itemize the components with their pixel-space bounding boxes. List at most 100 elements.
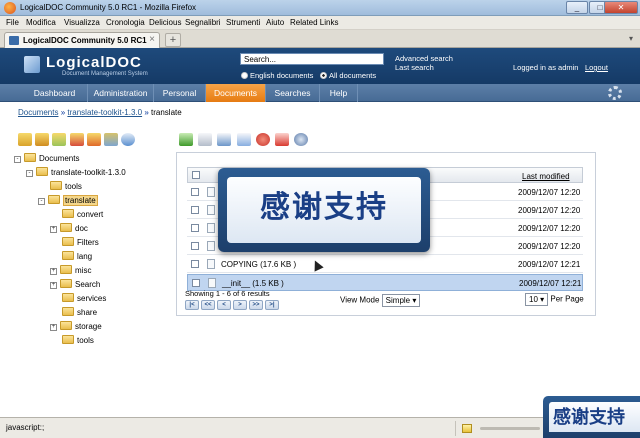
import-folder-icon[interactable]: [86, 133, 101, 146]
expand-icon[interactable]: +: [50, 268, 57, 275]
folder-icon: [62, 293, 74, 302]
row-checkbox[interactable]: [191, 188, 199, 196]
advanced-search-link[interactable]: Advanced search: [395, 54, 453, 63]
thanks-corner-banner: 感谢支持: [543, 396, 640, 438]
lock-icon: [462, 424, 472, 433]
breadcrumb-translate-toolkit[interactable]: translate-toolkit-1.3.0: [67, 108, 142, 117]
new-document-icon[interactable]: [198, 133, 213, 146]
delete-folder-icon[interactable]: [69, 133, 84, 146]
first-page-button[interactable]: |<: [185, 300, 199, 310]
status-divider: [455, 421, 456, 436]
column-last-modified[interactable]: Last modified: [522, 168, 570, 185]
tree-node-storage[interactable]: + storage: [50, 321, 102, 333]
stop-icon[interactable]: [255, 133, 270, 146]
breadcrumb: Documents » translate-toolkit-1.3.0 » tr…: [18, 108, 182, 117]
view-mode: View Mode Simple ▾: [340, 294, 421, 307]
menu-visualizza[interactable]: Visualizza: [64, 18, 100, 27]
row-checkbox[interactable]: [191, 206, 199, 214]
tab-administration[interactable]: Administration: [88, 84, 154, 102]
tree-node-misc[interactable]: + misc: [50, 265, 91, 277]
tab-dashboard[interactable]: Dashboard: [22, 84, 88, 102]
app-header: LogicalDOC Document Management System En…: [0, 48, 640, 84]
view-mode-label: View Mode: [340, 295, 380, 305]
select-all-checkbox[interactable]: [192, 171, 200, 179]
radio-all-icon[interactable]: [320, 72, 327, 79]
expand-icon[interactable]: +: [50, 226, 57, 233]
thanks-banner-text: 感谢支持: [227, 177, 421, 243]
tree-node-translate[interactable]: - translate: [38, 195, 98, 207]
tab-searches[interactable]: Searches: [266, 84, 320, 102]
minimize-button[interactable]: _: [566, 1, 588, 14]
browser-tabbar: LogicalDOC Community 5.0 RC1 × + ▾: [0, 30, 640, 48]
expand-icon[interactable]: +: [50, 324, 57, 331]
breadcrumb-documents[interactable]: Documents: [18, 108, 58, 117]
tree-node-translate-toolkit[interactable]: - translate-toolkit-1.3.0: [26, 167, 126, 179]
folder-icon: [62, 307, 74, 316]
menu-modifica[interactable]: Modifica: [26, 18, 56, 27]
table-row[interactable]: COPYING (17.6 KB ) 2009/12/07 12:21: [187, 256, 583, 273]
history-icon[interactable]: [294, 133, 309, 146]
radio-english-icon[interactable]: [241, 72, 248, 79]
tree-node-convert[interactable]: convert: [62, 209, 103, 221]
tree-node-share[interactable]: share: [62, 307, 97, 319]
logout-link[interactable]: Logout: [585, 63, 608, 72]
view-mode-select[interactable]: Simple ▾: [381, 294, 421, 307]
row-checkbox[interactable]: [191, 260, 199, 268]
per-page-select[interactable]: 10 ▾: [525, 293, 549, 306]
menu-strumenti[interactable]: Strumenti: [226, 18, 260, 27]
row-checkbox[interactable]: [192, 279, 200, 287]
edit-document-icon[interactable]: [217, 133, 232, 146]
collapse-icon[interactable]: -: [26, 170, 33, 177]
tab-help[interactable]: Help: [320, 84, 358, 102]
radio-all-documents[interactable]: All documents: [320, 71, 376, 80]
row-checkbox[interactable]: [191, 224, 199, 232]
upload-icon[interactable]: [179, 133, 193, 146]
close-tab-icon[interactable]: ×: [149, 34, 155, 45]
tab-documents[interactable]: Documents: [206, 84, 266, 102]
folder-icon: [60, 265, 72, 274]
tab-personal[interactable]: Personal: [154, 84, 206, 102]
tree-node-lang[interactable]: lang: [62, 251, 92, 263]
new-tab-button[interactable]: +: [165, 33, 181, 47]
fast-forward-button[interactable]: >>: [249, 300, 263, 310]
row-checkbox[interactable]: [191, 242, 199, 250]
zoom-slider[interactable]: [480, 427, 540, 430]
copy-document-icon[interactable]: [236, 133, 251, 146]
fast-back-button[interactable]: <<: [201, 300, 215, 310]
tree-node-documents[interactable]: - Documents: [14, 153, 79, 165]
file-date: 2009/12/07 12:21: [519, 279, 582, 288]
last-page-button[interactable]: >|: [265, 300, 279, 310]
collapse-icon[interactable]: -: [14, 156, 21, 163]
tree-node-services[interactable]: services: [62, 293, 106, 305]
menu-file[interactable]: File: [6, 18, 19, 27]
close-window-button[interactable]: ✕: [604, 1, 638, 14]
menu-related-links[interactable]: Related Links: [290, 18, 338, 27]
menu-cronologia[interactable]: Cronologia: [106, 18, 145, 27]
add-subfolder-icon[interactable]: [52, 133, 67, 146]
menu-segnalibri[interactable]: Segnalibri: [185, 18, 221, 27]
previous-page-button[interactable]: <: [217, 300, 231, 310]
delete-icon[interactable]: [275, 133, 290, 146]
tree-node-tools-2[interactable]: tools: [62, 335, 94, 347]
refresh-icon[interactable]: [121, 133, 136, 146]
add-folder-icon[interactable]: [18, 133, 32, 146]
menu-delicious[interactable]: Delicious: [149, 18, 181, 27]
expand-icon[interactable]: +: [50, 282, 57, 289]
browser-tab[interactable]: LogicalDOC Community 5.0 RC1 ×: [4, 32, 160, 48]
tree-node-tools[interactable]: tools: [50, 181, 82, 193]
file-name[interactable]: COPYING (17.6 KB ): [221, 256, 296, 273]
folder-rights-icon[interactable]: [104, 133, 119, 146]
logicaldoc-favicon-icon: [9, 36, 19, 45]
last-search-link[interactable]: Last search: [395, 63, 434, 72]
tree-node-doc[interactable]: + doc: [50, 223, 88, 235]
tree-node-search[interactable]: + Search: [50, 279, 100, 291]
tree-node-filters[interactable]: Filters: [62, 237, 99, 249]
collapse-icon[interactable]: -: [38, 198, 45, 205]
radio-english-documents[interactable]: English documents: [241, 71, 313, 80]
search-input[interactable]: [240, 53, 384, 65]
tab-list-button[interactable]: ▾: [624, 33, 638, 46]
menu-aiuto[interactable]: Aiuto: [266, 18, 284, 27]
status-text: javascript:;: [6, 423, 45, 432]
next-page-button[interactable]: >: [233, 300, 247, 310]
rename-folder-icon[interactable]: [35, 133, 50, 146]
